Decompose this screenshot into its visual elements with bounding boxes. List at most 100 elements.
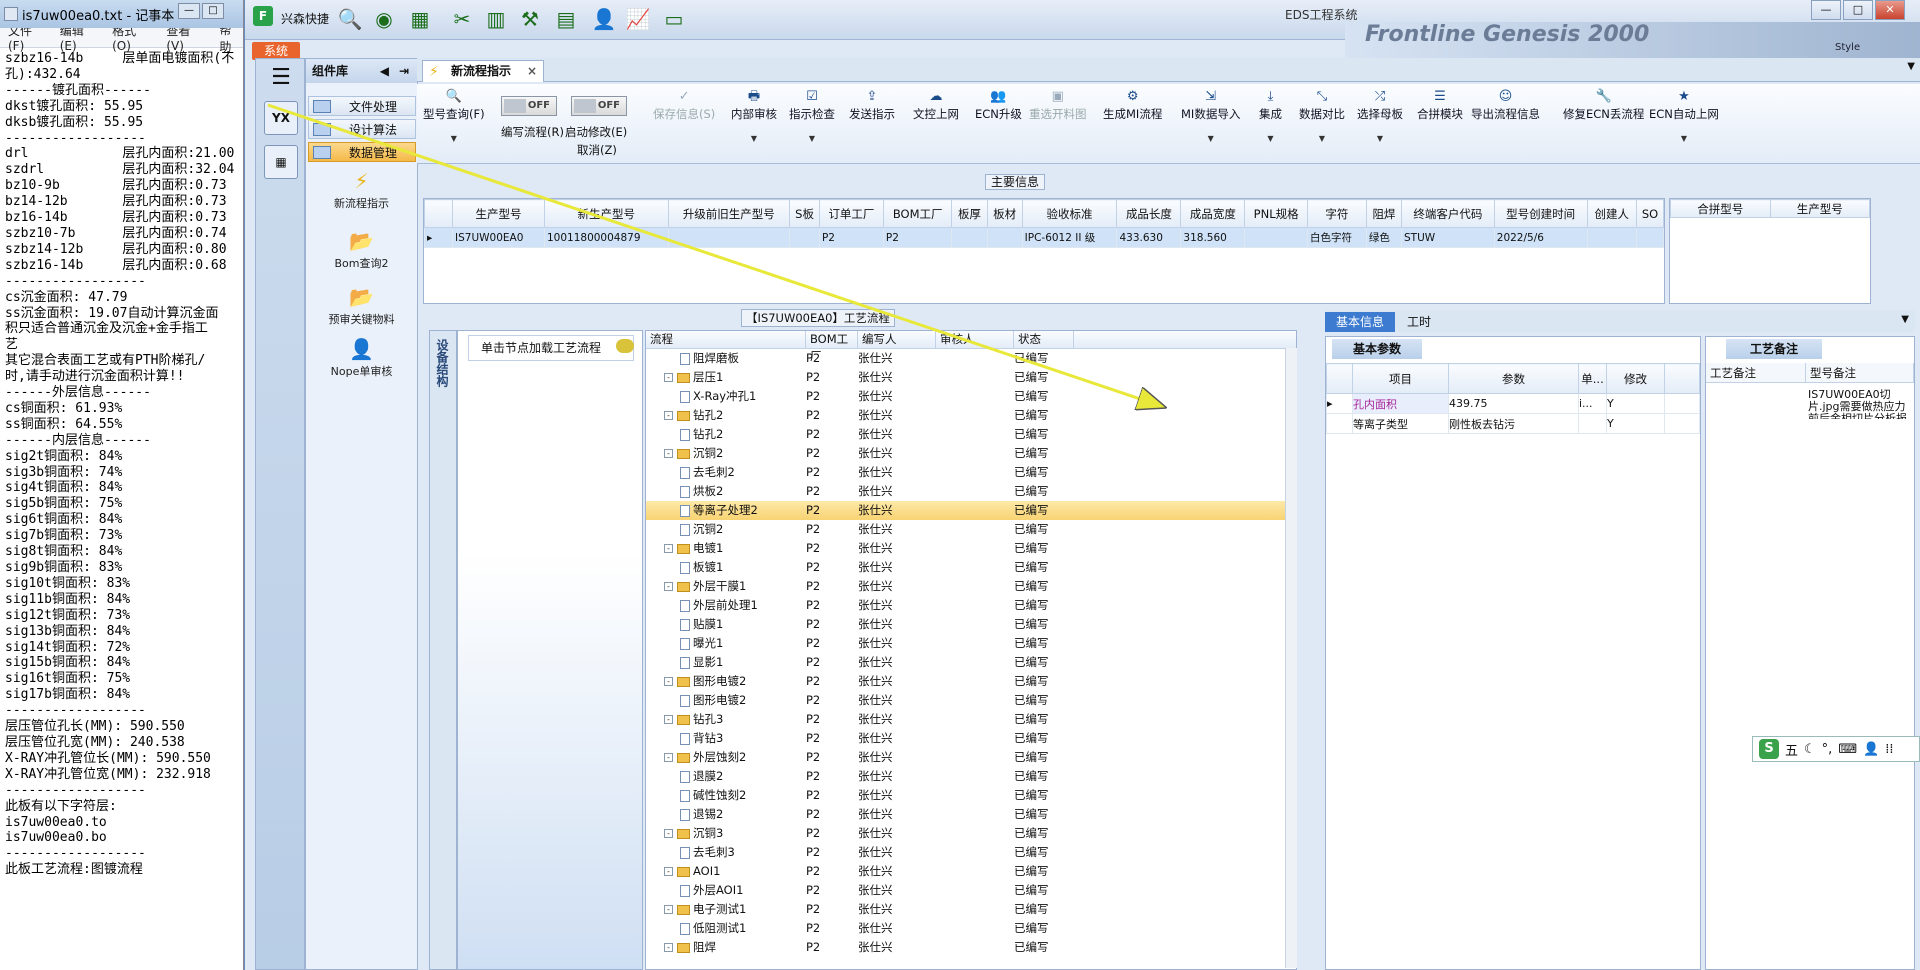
mi-import-button[interactable]: ⇲ MI数据导入 ▼ bbox=[1181, 88, 1240, 143]
tree-row[interactable]: - 电镀1 P2 张仕兴 已编写 bbox=[646, 539, 1296, 558]
table-cell[interactable] bbox=[789, 227, 820, 248]
table-icon[interactable]: ▦ bbox=[407, 6, 433, 32]
tree-row[interactable]: 图形电镀2 P2 张仕兴 已编写 bbox=[646, 691, 1296, 710]
tree-row[interactable]: - 外层蚀刻2 P2 张仕兴 已编写 bbox=[646, 748, 1296, 767]
tree-row[interactable]: 碱性蚀刻2 P2 张仕兴 已编写 bbox=[646, 786, 1296, 805]
tree-row[interactable]: - 外层干膜1 P2 张仕兴 已编写 bbox=[646, 577, 1296, 596]
tree-row[interactable]: 等离子处理2 P2 张仕兴 已编写 bbox=[646, 501, 1296, 520]
tree-row[interactable]: - 沉铜2 P2 张仕兴 已编写 bbox=[646, 444, 1296, 463]
tree-row[interactable]: 低阻测试1 P2 张仕兴 已编写 bbox=[646, 919, 1296, 938]
columns-icon[interactable]: ▥ bbox=[483, 6, 509, 32]
column-header[interactable]: 审核人 bbox=[936, 331, 1014, 348]
menu-file-processing[interactable]: 文件处理 bbox=[308, 96, 416, 116]
tree-row[interactable]: 钻孔2 P2 张仕兴 已编写 bbox=[646, 425, 1296, 444]
tree-node[interactable]: 贴膜1 bbox=[646, 615, 806, 634]
maximize-button[interactable]: □ bbox=[1843, 0, 1873, 20]
minimize-button[interactable]: — bbox=[1811, 0, 1841, 20]
instruction-check-button[interactable]: ☑ 指示检查 ▼ bbox=[789, 88, 835, 143]
table-cell[interactable] bbox=[1636, 227, 1664, 248]
minimize-button[interactable]: — bbox=[178, 3, 200, 19]
tree-node[interactable]: 烘板2 bbox=[646, 482, 806, 501]
tree-node[interactable]: 退锡2 bbox=[646, 805, 806, 824]
column-header[interactable]: 合拼型号 bbox=[1670, 199, 1771, 218]
tree-row[interactable]: 烘板2 P2 张仕兴 已编写 bbox=[646, 482, 1296, 501]
tree-node[interactable]: - 图形电镀2 bbox=[646, 672, 806, 691]
tab-close-icon[interactable]: × bbox=[527, 61, 537, 81]
tree-node[interactable]: - 电镀1 bbox=[646, 539, 806, 558]
tree-scrollbar[interactable] bbox=[1285, 348, 1297, 968]
tree-row[interactable]: 背钻3 P2 张仕兴 已编写 bbox=[646, 729, 1296, 748]
collapse-icon[interactable]: - bbox=[664, 449, 673, 458]
ime-mode[interactable]: 五 bbox=[1785, 740, 1798, 759]
select-mother-board-button[interactable]: ⤮ 选择母板 ▼ bbox=[1357, 88, 1403, 143]
table-cell[interactable]: P2 bbox=[818, 227, 884, 248]
tree-node[interactable]: 背钻3 bbox=[646, 729, 806, 748]
table-cell[interactable]: STUW bbox=[1400, 227, 1495, 248]
tree-row[interactable]: - 钻孔2 P2 张仕兴 已编写 bbox=[646, 406, 1296, 425]
collapse-icon[interactable]: - bbox=[664, 544, 673, 553]
internal-review-button[interactable]: 🖶 内部审核 ▼ bbox=[731, 88, 777, 143]
device-structure-tab[interactable]: 设备结构 bbox=[429, 330, 457, 970]
column-header[interactable]: 型号创建时间 bbox=[1493, 199, 1588, 228]
tree-row[interactable]: 曝光1 P2 张仕兴 已编写 bbox=[646, 634, 1296, 653]
hamburger-menu-icon[interactable]: ☰ bbox=[264, 63, 298, 97]
ecn-upgrade-button[interactable]: 👥 ECN升级 bbox=[975, 88, 1022, 122]
tree-node[interactable]: - AOI1 bbox=[646, 862, 806, 881]
model-note-text[interactable]: IS7UW00EA0切片.jpg需要做热应力前后金相切片分析报告 bbox=[1708, 389, 1912, 419]
calculator-icon[interactable]: ▦ bbox=[264, 145, 298, 179]
tree-row[interactable]: 沉铜2 P2 张仕兴 已编写 bbox=[646, 520, 1296, 539]
merge-module-button[interactable]: ☰ 合拼模块 bbox=[1417, 88, 1463, 122]
table-cell[interactable]: 318.560 bbox=[1180, 227, 1246, 248]
column-header[interactable]: 参数 bbox=[1448, 363, 1579, 394]
panel-back-icon[interactable]: ◀ bbox=[380, 59, 389, 83]
column-header[interactable]: 板厚 bbox=[951, 199, 988, 228]
param-modify[interactable]: Y bbox=[1606, 413, 1665, 434]
nav-bom-query[interactable]: 📂 Bom查询2 bbox=[306, 229, 417, 271]
tree-row[interactable]: 去毛刺3 P2 张仕兴 已编写 bbox=[646, 843, 1296, 862]
sogou-ime-icon[interactable]: S bbox=[1759, 739, 1779, 759]
param-value[interactable]: 刚性板去钻污 bbox=[1448, 413, 1579, 434]
column-header[interactable]: 工艺备注 bbox=[1706, 363, 1806, 382]
scissors-icon[interactable]: ✂ bbox=[449, 6, 475, 32]
tree-node[interactable]: - 钻孔2 bbox=[646, 406, 806, 425]
export-flow-button[interactable]: ☺ 导出流程信息 bbox=[1471, 88, 1540, 122]
table-cell[interactable] bbox=[951, 227, 988, 248]
tree-node[interactable]: 等离子处理2 bbox=[646, 501, 806, 520]
table-cell[interactable]: 绿色 bbox=[1365, 227, 1402, 248]
table-cell[interactable]: 433.630 bbox=[1116, 227, 1182, 248]
window-icon[interactable]: ▭ bbox=[661, 6, 687, 32]
tree-row[interactable]: - 沉铜3 P2 张仕兴 已编写 bbox=[646, 824, 1296, 843]
column-header[interactable]: 终端客户代码 bbox=[1400, 199, 1495, 228]
param-modify[interactable]: Y bbox=[1606, 393, 1665, 414]
tree-node[interactable]: 钻孔2 bbox=[646, 425, 806, 444]
collapse-icon[interactable]: - bbox=[664, 905, 673, 914]
column-header[interactable]: 阻焊 bbox=[1365, 199, 1402, 228]
table-cell[interactable]: 白色字符 bbox=[1306, 227, 1367, 248]
column-header[interactable]: BOM工厂 bbox=[806, 331, 858, 363]
column-header[interactable]: 修改 bbox=[1606, 363, 1665, 394]
collapse-icon[interactable]: - bbox=[664, 943, 673, 952]
collapse-icon[interactable]: - bbox=[664, 582, 673, 591]
panel-dropdown-icon[interactable]: ▼ bbox=[1901, 314, 1909, 325]
tree-node[interactable]: 板镀1 bbox=[646, 558, 806, 577]
collapse-icon[interactable]: - bbox=[664, 715, 673, 724]
tree-node[interactable]: 阻焊磨板 bbox=[646, 349, 806, 368]
tree-node[interactable]: 显影1 bbox=[646, 653, 806, 672]
tree-node[interactable]: - 外层蚀刻2 bbox=[646, 748, 806, 767]
notepad-text-area[interactable]: szbz16-14b 层单面电镀面积(不 孔):432.64 ------镀孔面积-… bbox=[0, 48, 243, 968]
tree-node[interactable]: - 钻孔3 bbox=[646, 710, 806, 729]
column-header[interactable]: 新生产型号 bbox=[543, 199, 669, 228]
tree-node[interactable]: - 沉铜2 bbox=[646, 444, 806, 463]
tree-node[interactable]: X-Ray冲孔1 bbox=[646, 387, 806, 406]
fix-ecn-button[interactable]: 🔧 修复ECN丢流程 bbox=[1563, 88, 1644, 122]
tab-dropdown-icon[interactable]: ▼ bbox=[1907, 61, 1915, 72]
generate-mi-button[interactable]: ⚙ 生成MI流程 bbox=[1103, 88, 1162, 122]
tree-node[interactable]: - 阻焊 bbox=[646, 938, 806, 957]
maximize-button[interactable]: □ bbox=[202, 3, 224, 19]
yx-module-icon[interactable]: YX bbox=[264, 101, 298, 135]
column-header[interactable]: 成品宽度 bbox=[1180, 199, 1246, 228]
table-cell[interactable]: P2 bbox=[882, 227, 953, 248]
tools-icon[interactable]: ⚒ bbox=[517, 6, 543, 32]
tree-row[interactable]: - 阻焊 P2 张仕兴 已编写 bbox=[646, 938, 1296, 957]
column-header[interactable]: 型号备注 bbox=[1806, 363, 1914, 382]
